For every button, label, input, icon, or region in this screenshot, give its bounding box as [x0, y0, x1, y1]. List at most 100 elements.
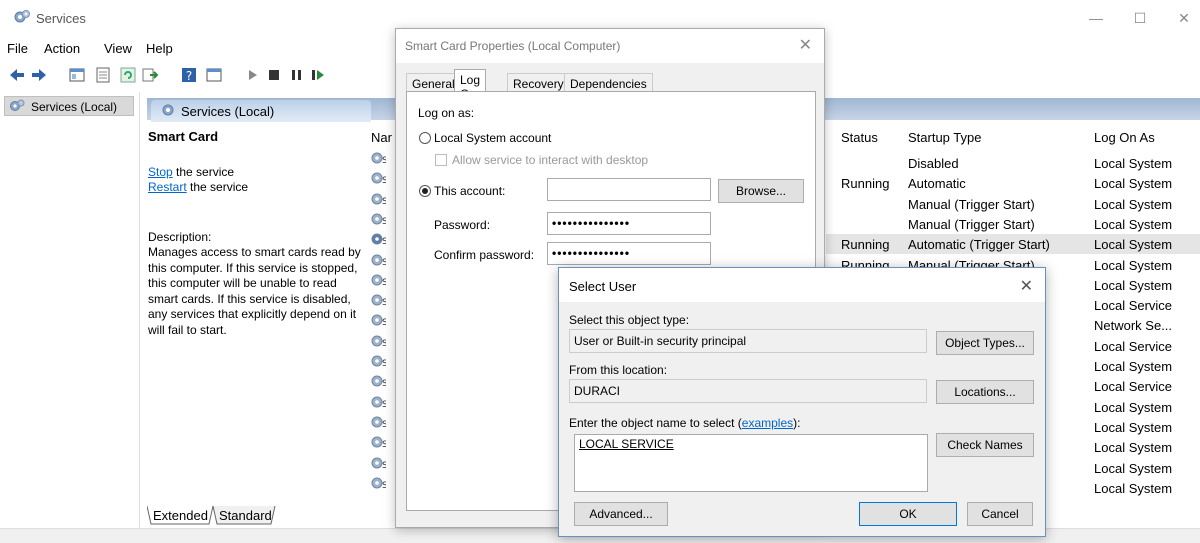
column-header-startup-type[interactable]: Startup Type [908, 130, 981, 145]
ok-button[interactable]: OK [859, 502, 957, 526]
stop-service-icon[interactable] [265, 66, 283, 84]
advanced-button[interactable]: Advanced... [574, 502, 668, 526]
forward-arrow-icon[interactable] [30, 66, 48, 84]
select-user-close-icon[interactable]: ✕ [1020, 276, 1033, 296]
row-log-on-as: Local System [1094, 196, 1173, 212]
table-row[interactable]: Running Automatic Local System [826, 173, 1200, 193]
pause-service-icon[interactable] [287, 66, 305, 84]
check-names-button[interactable]: Check Names [936, 433, 1034, 457]
row-log-on-as: Local System [1094, 460, 1173, 476]
back-arrow-icon[interactable] [8, 66, 26, 84]
row-log-on-as: Local System [1094, 359, 1173, 374]
svg-text:S: S [382, 156, 386, 166]
local-system-radio[interactable] [419, 132, 431, 144]
export-list-icon[interactable] [141, 66, 159, 84]
row-startup-type: Manual (Trigger Start) [908, 196, 1035, 212]
tab-general[interactable]: General [406, 73, 461, 93]
cancel-button[interactable]: Cancel [967, 502, 1033, 526]
properties-title: Smart Card Properties (Local Computer) [405, 39, 621, 53]
menu-file[interactable]: File [7, 41, 28, 56]
table-row[interactable]: Manual (Trigger Start) Local System [826, 214, 1200, 234]
row-log-on-as: Local System [1094, 480, 1173, 496]
row-log-on-as: Local System [1094, 277, 1173, 293]
row-log-on-as: Local System [1094, 156, 1173, 171]
table-row[interactable]: Manual (Trigger Start) Local System [826, 194, 1200, 214]
close-button[interactable]: ✕ [1174, 8, 1194, 28]
tab-log-on[interactable]: Log On [454, 69, 487, 101]
browse-button[interactable]: Browse... [718, 179, 804, 203]
row-startup-type: Automatic (Trigger Start) [908, 237, 1050, 253]
location-label: From this location: [569, 363, 668, 377]
select-user-dialog: Select User ✕ Select this object type: U… [558, 267, 1046, 537]
menu-help[interactable]: Help [146, 41, 173, 56]
object-name-value: LOCAL SERVICE [579, 437, 674, 451]
svg-text:S: S [382, 258, 386, 268]
service-name: Smart Card [148, 129, 219, 144]
row-log-on-as: Local Service [1094, 298, 1173, 314]
account-input[interactable] [547, 178, 711, 201]
svg-text:S: S [382, 339, 386, 349]
table-row[interactable]: Running Automatic (Trigger Start) Local Sy… [826, 234, 1200, 255]
svg-text:S: S [382, 400, 386, 410]
console-icon[interactable] [205, 66, 223, 84]
content-header-title: Services (Local) [181, 104, 275, 119]
restart-service-icon[interactable] [309, 66, 327, 84]
service-gear-icon: S [371, 294, 386, 308]
window-title: Services [36, 11, 86, 26]
services-gear-icon [162, 104, 174, 116]
minimize-button[interactable]: — [1086, 8, 1106, 28]
menu-action[interactable]: Action [44, 41, 80, 56]
this-account-radio[interactable] [419, 185, 431, 197]
enter-object-name-label: Enter the object name to select (example… [569, 416, 800, 430]
examples-link[interactable]: examples [742, 416, 793, 430]
help-icon[interactable]: ? [180, 66, 198, 84]
tab-extended[interactable]: Extended [153, 506, 208, 526]
svg-text:S: S [382, 440, 386, 450]
object-types-button[interactable]: Object Types... [936, 331, 1034, 355]
maximize-button[interactable]: ☐ [1130, 8, 1150, 28]
locations-button[interactable]: Locations... [936, 380, 1034, 404]
svg-text:S: S [382, 359, 386, 369]
tab-dependencies[interactable]: Dependencies [564, 73, 653, 93]
column-header-log-on-as[interactable]: Log On As [1094, 130, 1155, 145]
service-gear-icon: S [371, 193, 386, 207]
allow-desktop-checkbox[interactable] [435, 154, 447, 166]
restart-link[interactable]: Restart [148, 180, 187, 194]
stop-link[interactable]: Stop [148, 165, 173, 179]
start-service-icon[interactable] [244, 66, 262, 84]
password-input[interactable]: ••••••••••••••• [547, 212, 711, 235]
logon-as-label: Log on as: [418, 106, 475, 120]
confirm-password-input[interactable]: ••••••••••••••• [547, 242, 711, 265]
service-gear-icon: S [371, 335, 386, 349]
row-startup-type: Disabled [908, 156, 959, 171]
service-gear-icon: S [371, 477, 386, 491]
properties-icon[interactable] [94, 66, 112, 84]
tab-standard[interactable]: Standard [219, 506, 272, 526]
column-header-name[interactable]: Nar [371, 130, 392, 145]
service-gear-icon: S [371, 233, 386, 247]
svg-text:S: S [382, 298, 386, 308]
show-tree-icon[interactable] [68, 66, 86, 84]
column-header-status[interactable]: Status [841, 130, 878, 145]
svg-text:S: S [382, 379, 386, 389]
object-name-textarea[interactable]: LOCAL SERVICE [574, 434, 928, 492]
menu-view[interactable]: View [104, 41, 132, 56]
table-row[interactable]: Disabled Local System [826, 153, 1200, 173]
service-gear-icon: S [371, 314, 386, 328]
svg-text:S: S [382, 461, 386, 471]
row-startup-type: Manual (Trigger Start) [908, 216, 1035, 232]
tab-recovery[interactable]: Recovery [507, 73, 570, 93]
content-header-tab: Services (Local) [151, 100, 371, 122]
refresh-icon[interactable] [119, 66, 137, 84]
row-log-on-as: Local Service [1094, 338, 1173, 354]
service-gear-icon: S [371, 396, 386, 410]
row-log-on-as: Local System [1094, 419, 1173, 435]
service-gear-icon: S [371, 254, 386, 268]
properties-close-icon[interactable]: ✕ [799, 35, 812, 55]
local-system-label: Local System account [434, 131, 552, 145]
tree-item-services-local[interactable]: Services (Local) [4, 96, 134, 116]
svg-text:S: S [382, 197, 386, 207]
description-label: Description: [148, 230, 212, 244]
row-log-on-as: Local System [1094, 257, 1173, 273]
stop-service-line: Stop the service [148, 165, 234, 179]
